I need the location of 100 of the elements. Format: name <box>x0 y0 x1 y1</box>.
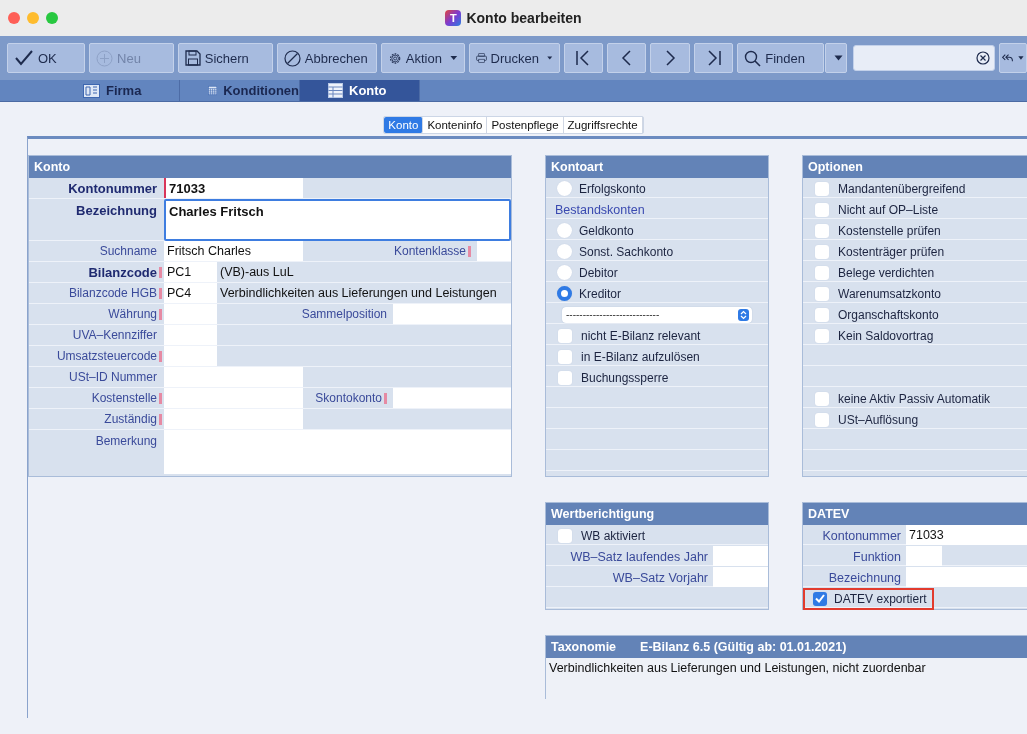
text-field[interactable]: PC4 <box>164 283 217 303</box>
calculator-icon <box>208 83 218 98</box>
last-record-icon <box>705 50 722 66</box>
text-field[interactable] <box>164 367 303 387</box>
caret-icon <box>449 55 458 61</box>
toolbar-button[interactable]: Aktion <box>380 43 465 73</box>
checkbox[interactable] <box>815 412 829 427</box>
text-field[interactable]: Fritsch Charles <box>164 241 303 261</box>
checkbox-label: keine Aktiv Passiv Automatik <box>838 391 991 406</box>
caret-icon <box>833 55 843 61</box>
text-field[interactable]: 71033 <box>164 178 303 198</box>
radio-button[interactable] <box>557 286 572 301</box>
clear-icon <box>975 51 990 65</box>
code-description: Verbindlichkeiten aus Lieferungen und Leistungen <box>219 285 497 302</box>
find-menu-button[interactable] <box>825 43 848 73</box>
text-field[interactable] <box>713 546 768 566</box>
field-label: Suchname <box>98 243 158 260</box>
minimize-button[interactable] <box>27 12 39 24</box>
first-button[interactable] <box>563 43 603 73</box>
toolbar-button[interactable]: OK <box>7 43 86 73</box>
checkbox[interactable] <box>815 202 829 217</box>
text-field[interactable] <box>906 546 942 566</box>
field-label: Funktion <box>852 548 902 566</box>
checkbox[interactable] <box>558 528 572 543</box>
first-record-icon <box>575 50 592 66</box>
panel-subtitle: E-Bilanz 6.5 (Gültig ab: 01.01.2021) <box>640 640 847 654</box>
text-field[interactable]: Charles Fritsch <box>164 199 511 241</box>
chevron-left-icon <box>620 50 633 66</box>
checkbox[interactable] <box>815 223 829 238</box>
toolbar-button[interactable]: Sichern <box>177 43 273 73</box>
last-button[interactable] <box>693 43 734 73</box>
text-field[interactable] <box>164 346 217 366</box>
field-label: Kontonummer <box>67 179 158 198</box>
checkbox[interactable] <box>815 244 829 259</box>
checkbox-label: Buchungssperre <box>581 370 669 385</box>
tab[interactable]: Zugriffsrechte <box>563 117 643 133</box>
field-label: Bilanzcode <box>29 262 164 282</box>
toolbar-button[interactable]: Drucken <box>468 43 560 73</box>
checkbox-label: Kostenstelle prüfen <box>838 223 941 238</box>
field-label: Zuständig <box>29 409 164 429</box>
field-label: Umsatzsteuercode <box>29 346 164 366</box>
checkbox[interactable] <box>815 328 829 343</box>
field-label: Kostenstelle <box>29 388 164 408</box>
find-button[interactable]: Finden <box>737 43 825 73</box>
checkmark-icon <box>14 49 34 67</box>
text-field[interactable] <box>164 388 303 408</box>
note-field[interactable] <box>164 430 511 474</box>
text-field[interactable]: PC1 <box>164 262 217 282</box>
dropdown[interactable]: ---------------------------- <box>562 306 752 323</box>
tab[interactable]: Konteninfo <box>423 117 488 133</box>
checkbox[interactable] <box>558 349 572 364</box>
panel-title: Taxonomie <box>551 640 617 654</box>
close-button[interactable] <box>8 12 20 24</box>
checkbox[interactable] <box>815 181 829 196</box>
field-label: WB–Satz Vorjahr <box>611 569 709 587</box>
next-button[interactable] <box>650 43 690 73</box>
tab[interactable]: Konto <box>384 117 424 133</box>
text-field[interactable]: 71033 <box>906 525 1027 545</box>
checkbox[interactable] <box>558 370 572 385</box>
field-label: Skontokonto <box>303 388 393 408</box>
checkbox[interactable] <box>815 391 829 406</box>
text-field[interactable] <box>393 388 511 408</box>
text-field[interactable] <box>164 304 217 324</box>
checkbox[interactable] <box>813 591 827 606</box>
text-field[interactable] <box>477 241 511 261</box>
search-field[interactable] <box>853 45 995 71</box>
checkbox[interactable] <box>558 328 572 343</box>
field-label: Sammelposition <box>300 306 388 323</box>
checkbox-label: Warenumsatzkonto <box>838 286 941 301</box>
checkbox-label: WB aktiviert <box>581 528 645 543</box>
radio-button[interactable] <box>557 265 572 280</box>
reply-button[interactable] <box>998 43 1027 73</box>
radio-button[interactable] <box>557 244 572 259</box>
radio-label: Sonst. Sachkonto <box>579 244 674 259</box>
checkbox[interactable] <box>815 265 829 280</box>
checkbox[interactable] <box>815 286 829 301</box>
zoom-button[interactable] <box>46 12 58 24</box>
plus-circle-icon <box>96 49 114 67</box>
text-field[interactable] <box>164 409 303 429</box>
cancel-icon <box>283 49 301 67</box>
text-field[interactable] <box>906 567 1027 587</box>
previous-button[interactable] <box>606 43 647 73</box>
group-heading: Bestandskonten <box>555 202 645 217</box>
field-label: USt–ID Nummer <box>68 369 158 386</box>
panel-title: Konto <box>34 160 71 174</box>
checkbox-label: nicht E-Bilanz relevant <box>581 328 701 343</box>
field-label: Bezeichnung <box>75 202 158 220</box>
tab[interactable]: Postenpflege <box>487 117 564 133</box>
tab[interactable]: Konto <box>300 80 420 101</box>
taxonomy-text: Verbindlichkeiten aus Lieferungen und Leistungen, nicht zuordenbar <box>546 658 1027 700</box>
checkbox[interactable] <box>815 307 829 322</box>
radio-button[interactable] <box>557 223 572 238</box>
field-label: Bemerkung <box>94 433 158 450</box>
text-field[interactable] <box>393 304 511 324</box>
toolbar-button[interactable]: Abbrechen <box>276 43 377 73</box>
tab[interactable]: Firma <box>55 80 180 101</box>
radio-button[interactable] <box>557 181 572 196</box>
field-label: Bilanzcode HGB <box>29 283 164 303</box>
text-field[interactable] <box>164 325 217 345</box>
text-field[interactable] <box>713 567 768 587</box>
